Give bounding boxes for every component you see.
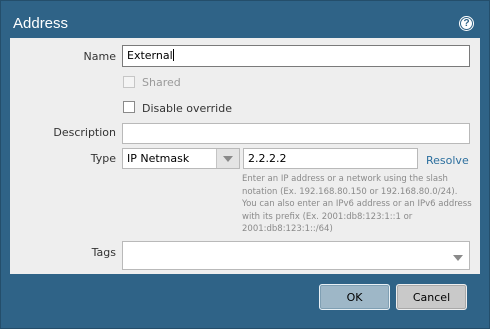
cancel-button[interactable]: Cancel [396, 284, 467, 310]
tags-input[interactable] [122, 241, 470, 270]
chevron-down-icon [223, 155, 233, 162]
name-input-value: External [127, 49, 173, 62]
description-input[interactable] [122, 123, 470, 144]
form-panel: Name External Shared Disable override De… [10, 38, 480, 274]
description-label: Description [53, 126, 116, 139]
type-select[interactable]: IP Netmask [122, 148, 240, 169]
type-help-text: Enter an IP address or a network using t… [242, 174, 472, 234]
type-value-input[interactable]: 2.2.2.2 [243, 148, 418, 169]
tags-label: Tags [91, 246, 116, 259]
question-circle-icon[interactable]: ? [459, 16, 474, 31]
disable-override-checkbox[interactable] [123, 101, 135, 113]
text-caret [172, 49, 174, 61]
chevron-down-icon[interactable] [453, 255, 463, 261]
shared-label: Shared [142, 76, 181, 89]
type-label: Type [90, 152, 116, 165]
type-selected-value: IP Netmask [127, 152, 190, 165]
resolve-link[interactable]: Resolve [426, 154, 469, 167]
dialog-title: Address [13, 15, 69, 32]
type-dropdown-button[interactable] [216, 149, 239, 168]
name-input[interactable]: External [122, 45, 470, 67]
type-value: 2.2.2.2 [248, 152, 287, 165]
ok-button[interactable]: OK [319, 284, 390, 310]
name-label: Name [83, 50, 116, 63]
shared-checkbox [123, 76, 135, 88]
address-dialog: Address ? Name External Shared Disable o… [0, 0, 490, 329]
disable-override-label: Disable override [142, 102, 232, 115]
